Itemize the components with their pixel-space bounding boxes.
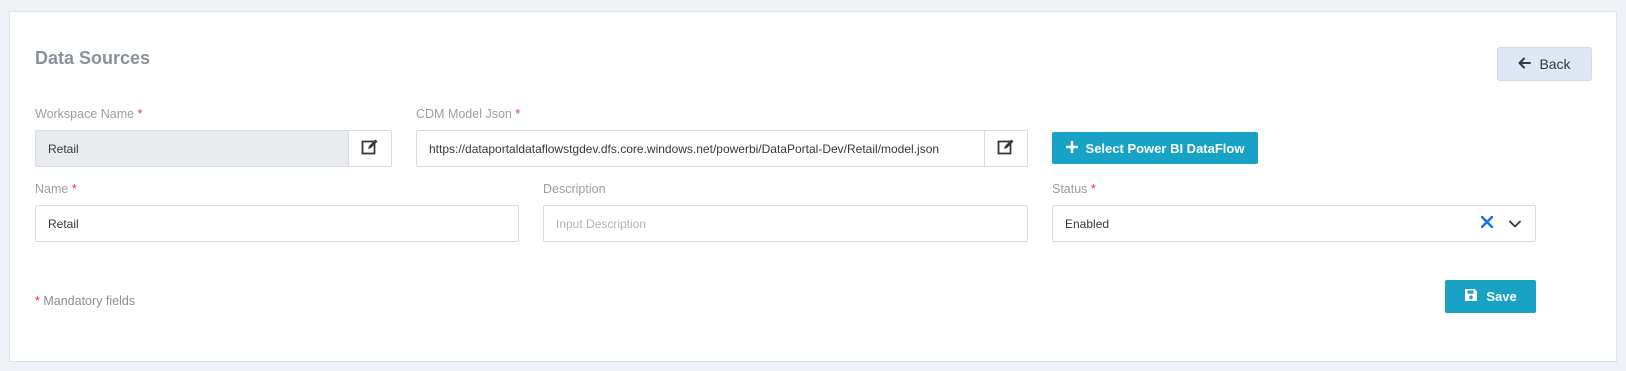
cdm-model-json-label: CDM Model Json * (416, 107, 521, 121)
select-powerbi-dataflow-button[interactable]: Select Power BI DataFlow (1052, 132, 1258, 164)
arrow-left-icon (1518, 56, 1532, 72)
select-powerbi-dataflow-label: Select Power BI DataFlow (1085, 140, 1245, 156)
workspace-edit-button[interactable] (348, 131, 391, 166)
name-field[interactable] (35, 205, 519, 242)
workspace-name-value: Retail (48, 141, 79, 156)
cdm-model-json-field[interactable]: https://dataportaldataflowstgdev.dfs.cor… (416, 130, 1028, 167)
workspace-name-label: Workspace Name * (35, 107, 143, 121)
cdm-edit-button[interactable] (984, 131, 1027, 166)
status-label: Status * (1052, 182, 1096, 196)
back-button[interactable]: Back (1497, 47, 1592, 81)
description-field[interactable] (543, 205, 1028, 242)
data-sources-card: Data Sources Back Workspace Name * Retai… (9, 11, 1617, 362)
edit-icon (997, 138, 1015, 159)
name-label: Name * (35, 182, 77, 196)
cdm-model-json-value: https://dataportaldataflowstgdev.dfs.cor… (429, 141, 940, 156)
clear-icon[interactable] (1480, 215, 1494, 231)
plus-icon (1065, 140, 1078, 156)
description-label: Description (543, 182, 606, 196)
description-input[interactable] (556, 216, 1027, 231)
mandatory-fields-note: * Mandatory fields (35, 294, 136, 308)
save-button-label: Save (1486, 289, 1517, 304)
chevron-down-icon[interactable] (1509, 217, 1521, 231)
edit-icon (361, 138, 379, 159)
page-title: Data Sources (35, 48, 151, 68)
status-value: Enabled (1065, 216, 1110, 231)
floppy-disk-icon (1464, 288, 1478, 305)
workspace-name-field: Retail (35, 130, 392, 167)
name-input[interactable] (48, 216, 518, 231)
save-button[interactable]: Save (1445, 280, 1536, 313)
status-select[interactable]: Enabled (1052, 205, 1536, 242)
back-button-label: Back (1539, 56, 1571, 72)
